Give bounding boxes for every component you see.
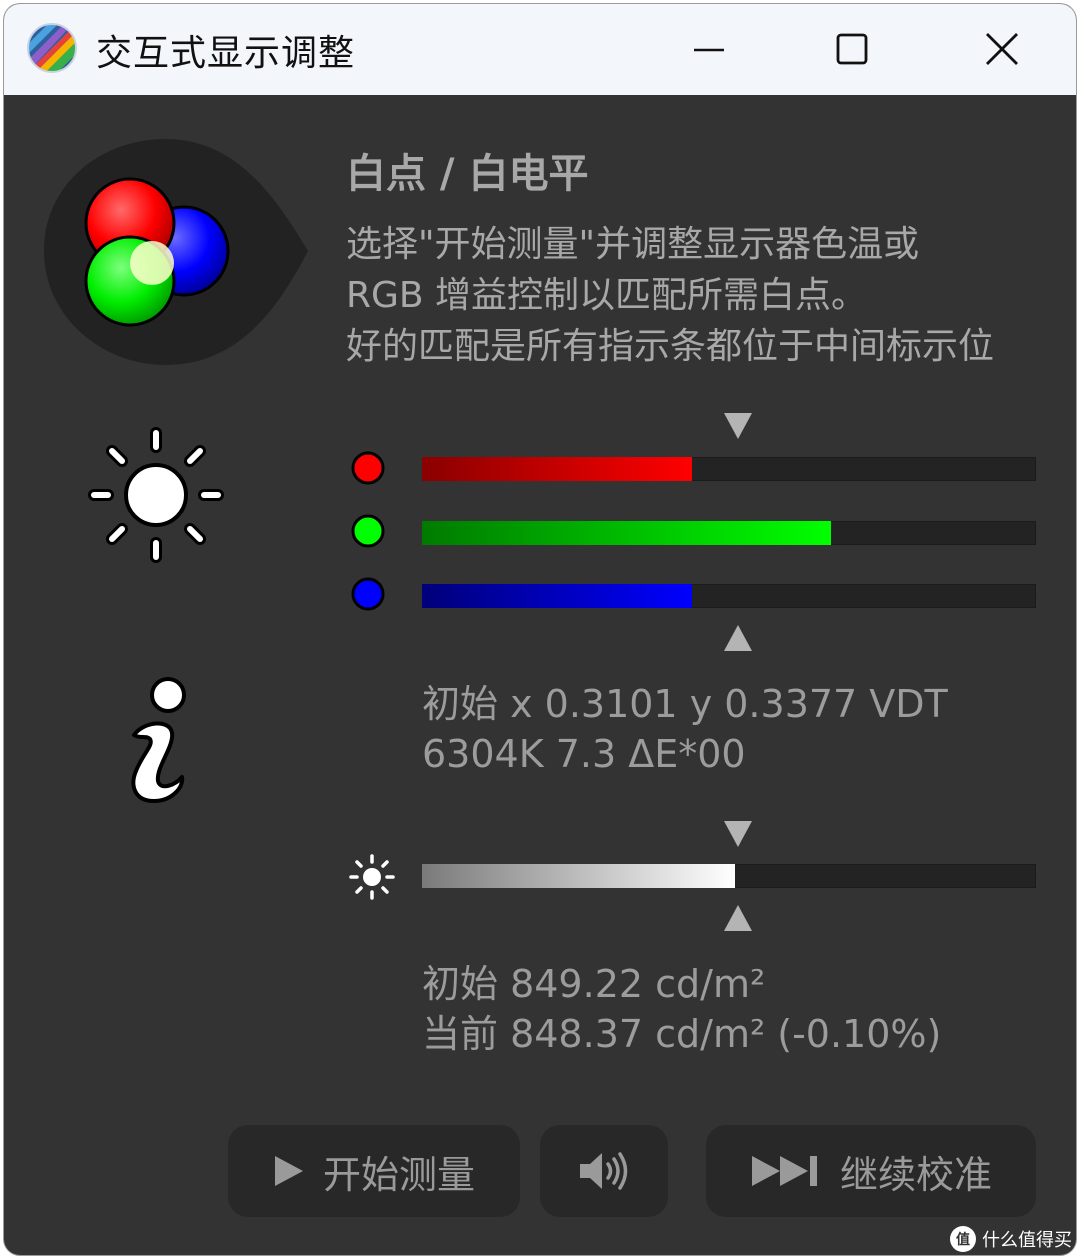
minimize-icon: [694, 48, 724, 52]
luminance-current-readout: 当前 848.37 cd/m² (-0.10%): [422, 1012, 942, 1056]
watermark-text: 什么值得买: [982, 1230, 1072, 1251]
sound-button[interactable]: [540, 1125, 668, 1217]
continue-calibration-button[interactable]: 继续校准: [706, 1125, 1036, 1217]
triangle-down-icon: [724, 413, 752, 439]
brightness-icon: [88, 427, 224, 563]
green-channel-dot: [350, 513, 386, 549]
green-channel-bar-fill: [422, 521, 831, 545]
whitepoint-initial-readout: 初始 x 0.3101 y 0.3377 VDT: [422, 682, 948, 726]
continue-calibration-label: 继续校准: [839, 1152, 992, 1197]
speaker-icon: [580, 1152, 628, 1190]
luminance-icon: [349, 854, 395, 900]
blue-dot-icon: [351, 577, 385, 611]
skip-forward-icon: [751, 1156, 817, 1186]
luminance-initial-readout: 初始 849.22 cd/m²: [422, 962, 766, 1006]
instruction-text: 选择"开始测量"并调整显示器色温或 RGB 增益控制以匹配所需白点。 好的匹配是…: [346, 219, 1046, 372]
luminance-bar: [422, 864, 1036, 888]
app-icon: [27, 23, 77, 73]
red-channel-dot: [350, 450, 386, 486]
interactive-display-adjustment-window: 交互式显示调整 白点 / 白电平 选择"开始测量"并调整显示器色温或 RGB 增…: [4, 4, 1076, 1255]
blue-channel-bar: [422, 584, 1036, 608]
start-measure-label: 开始测量: [322, 1152, 475, 1197]
main-content: 白点 / 白电平 选择"开始测量"并调整显示器色温或 RGB 增益控制以匹配所需…: [4, 95, 1076, 1255]
rgb-target-marker-bottom: [722, 623, 754, 653]
close-icon: [986, 33, 1018, 65]
maximize-button[interactable]: [822, 22, 882, 78]
play-icon: [274, 1156, 303, 1186]
whitepoint-delta-readout: 6304K 7.3 ΔE*00: [422, 732, 746, 776]
maximize-icon: [836, 33, 868, 65]
info-icon: [131, 677, 186, 803]
title-bar[interactable]: 交互式显示调整: [4, 4, 1076, 95]
red-channel-bar: [422, 457, 1036, 481]
green-channel-bar: [422, 521, 1036, 545]
minimize-button[interactable]: [678, 22, 738, 78]
rgb-target-marker-top: [722, 411, 754, 441]
luminance-bar-fill: [422, 864, 736, 888]
green-dot-icon: [351, 514, 385, 548]
blue-channel-dot: [350, 576, 386, 612]
triangle-down-icon: [724, 821, 752, 847]
watermark: 值 什么值得买: [950, 1222, 1072, 1255]
blue-channel-bar-fill: [422, 584, 693, 608]
start-measure-button[interactable]: 开始测量: [228, 1125, 520, 1217]
rgb-whitepoint-icon: [44, 139, 308, 365]
triangle-up-icon: [724, 905, 752, 931]
watermark-badge: 值: [950, 1226, 976, 1252]
section-heading: 白点 / 白电平: [346, 151, 589, 197]
triangle-up-icon: [724, 625, 752, 651]
instruction-line: RGB 增益控制以匹配所需白点。: [346, 275, 868, 316]
luminance-target-marker-top: [722, 819, 754, 849]
red-dot-icon: [351, 451, 385, 485]
instruction-line: 选择"开始测量"并调整显示器色温或: [346, 224, 920, 265]
close-button[interactable]: [972, 22, 1032, 78]
window-title: 交互式显示调整: [96, 33, 356, 74]
luminance-target-marker-bottom: [722, 903, 754, 933]
red-channel-bar-fill: [422, 457, 693, 481]
instruction-line: 好的匹配是所有指示条都位于中间标示位: [346, 326, 995, 367]
